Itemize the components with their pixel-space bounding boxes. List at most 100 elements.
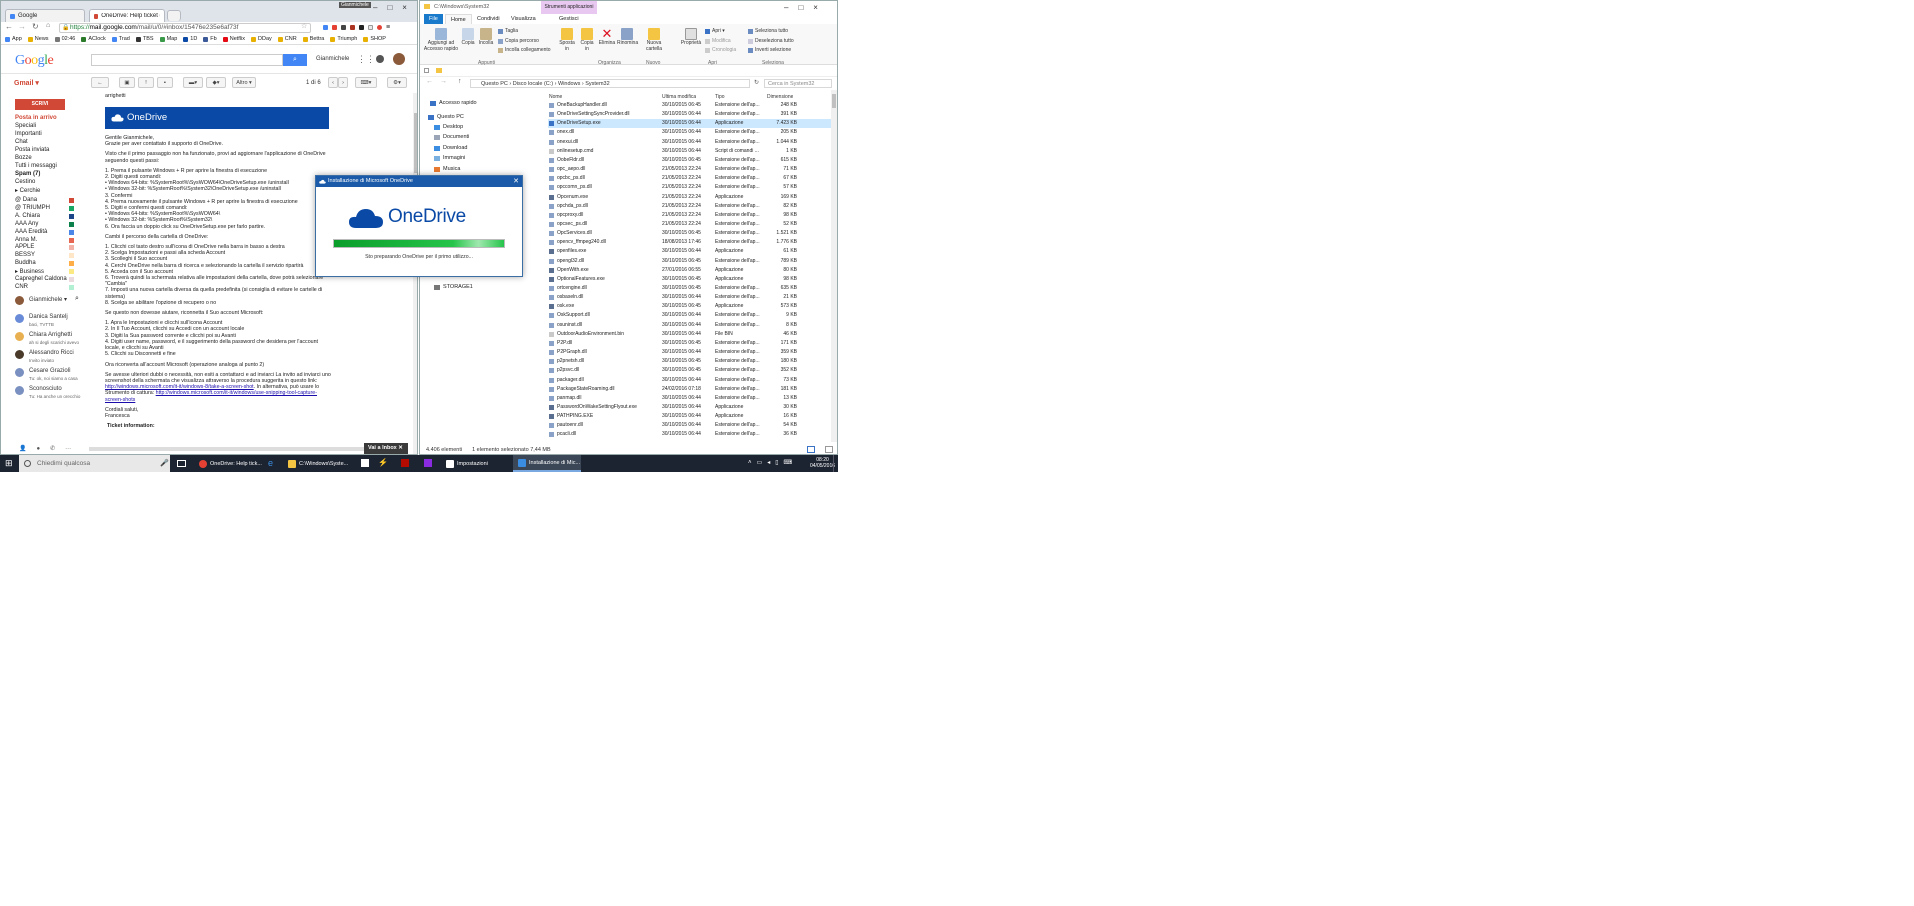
tab-manage[interactable]: Gestisci [554,14,584,24]
nav-item[interactable]: Musica [434,166,460,172]
label-color-swatch[interactable] [69,198,74,203]
tab-home[interactable]: Home [445,14,472,24]
file-row[interactable]: osuninst.dll 30/10/2015 06:44 Estensione d… [548,321,831,330]
close-icon[interactable]: ✕ [513,176,519,187]
gmail-label[interactable]: Cestino [15,179,35,185]
bookmark-item[interactable]: Fb [203,36,217,42]
open-button[interactable]: Apri ▾ [705,28,725,34]
report-spam-button[interactable]: ! [138,77,154,88]
bookmark-item[interactable]: App [5,36,22,42]
file-row[interactable]: OptionalFeatures.exe 30/10/2015 06:45 Appl… [548,275,831,284]
search-button[interactable]: ⌕ [283,54,307,66]
google-logo[interactable]: Google [15,53,54,69]
bookmark-item[interactable]: CNR [277,36,297,42]
extension-icon[interactable] [323,25,328,30]
gmail-label[interactable]: APPLE [15,244,34,250]
user-name[interactable]: Gianmichele [316,56,349,62]
delete-button[interactable]: ✕ Elimina [598,27,616,47]
gmail-label[interactable]: @ TRIUMPH [15,205,50,211]
more-icon[interactable]: ··· [65,446,71,452]
extension-icon[interactable] [341,25,346,30]
cut-button[interactable]: Taglia [498,28,518,34]
horizontal-scrollbar[interactable] [89,447,364,451]
scrollbar-thumb[interactable] [414,113,417,173]
breadcrumb[interactable]: Questo PC › Disco locale (C:) › Windows … [470,79,750,88]
back-to-inbox-button[interactable]: ← [91,77,109,88]
network-icon[interactable]: ▭ [757,459,763,466]
attachment-name[interactable]: arrighetti [105,93,126,99]
home-icon[interactable]: ⌂ [46,22,50,29]
copy-button[interactable]: Copia [460,28,476,47]
column-type[interactable]: Tipo [715,94,725,100]
label-color-swatch[interactable] [69,238,74,243]
notification-icon[interactable]: ▯ [775,459,778,466]
chevron-up-icon[interactable]: ˄ [748,460,752,466]
nav-item[interactable]: Questo PC [428,114,464,120]
file-row[interactable]: OneDriveSetup.exe 30/10/2015 06:44 Applica… [548,119,831,129]
paste-button[interactable]: Incolla [478,28,494,47]
close-icon[interactable]: × [813,3,818,12]
clock[interactable]: 08:20 04/05/2016 [810,457,835,469]
bookmark-item[interactable]: Trad [111,36,130,42]
gmail-label[interactable]: Buddha [15,260,36,266]
gmail-label[interactable]: Tutti i messaggi [15,163,57,169]
nav-item[interactable]: STORAGE1 [434,284,473,290]
tab-share[interactable]: Condividi [472,14,505,24]
label-color-swatch[interactable] [69,253,74,258]
gmail-label[interactable]: Speciali [15,123,36,129]
checkbox-icon[interactable] [424,68,429,73]
newer-button[interactable]: ‹ [328,77,338,88]
bookmark-item[interactable]: Netflix [222,36,245,42]
show-desktop-button[interactable] [833,455,837,472]
select-none-button[interactable]: Deseleziona tutto [748,38,794,44]
file-row[interactable]: pautoenr.dll 30/10/2015 06:44 Estensione d… [548,421,831,430]
gmail-label[interactable]: AAA Eredità [15,229,47,235]
file-row[interactable]: PasswordOnWakeSettingFlyout.exe 30/10/201… [548,403,831,412]
gmail-label[interactable]: Posta in arrivo [15,115,57,121]
nav-item[interactable]: Desktop [434,124,463,130]
new-tab-button[interactable] [167,10,181,21]
gmail-label[interactable]: ▸ Business [15,268,44,275]
mail-search-input[interactable] [91,54,283,66]
bookmark-item[interactable]: DDay [251,36,272,42]
compose-button[interactable]: SCRIVI [15,99,65,110]
close-icon[interactable]: ✕ [398,445,403,451]
nav-item[interactable]: Immagini [434,155,465,161]
gmail-label[interactable]: @ Dana [15,197,37,203]
bookmark-item[interactable]: 1D [183,36,197,42]
file-row[interactable]: OneBackupHandler.dll 30/10/2015 06:45 Este… [548,101,831,110]
extension-icon[interactable] [359,25,364,30]
gmail-label[interactable]: Spam (7) [15,171,40,177]
label-color-swatch[interactable] [69,214,74,219]
menu-icon[interactable]: ≡ [386,24,390,31]
gmail-extension-icon[interactable] [332,25,337,30]
app-icon[interactable]: ⚡ [378,459,388,467]
minimize-icon[interactable]: – [784,3,788,12]
extension-icon[interactable] [368,25,373,30]
gmail-label[interactable]: A. Chiara [15,213,40,219]
app-icon[interactable] [424,459,432,467]
profile-badge[interactable]: Gianmichele [339,2,371,8]
history-button[interactable]: Cronologia [705,47,736,53]
tab-view[interactable]: Visualizza [506,14,541,24]
gmail-label[interactable]: Chat [15,139,28,145]
file-row[interactable]: onexui.dll 30/10/2015 06:44 Estensione del… [548,138,831,147]
delete-button[interactable]: ▪ [157,77,173,88]
rename-button[interactable]: Rinomina [617,28,638,47]
nav-item[interactable]: Documenti [434,134,469,140]
taskbar-app[interactable]: Installazione di Mic... [513,455,581,472]
windows-start-icon[interactable]: ⊞ [5,459,13,468]
star-icon[interactable]: ☆ [301,22,307,30]
file-row[interactable]: opccomn_ps.dll 21/05/2013 22:24 Estensione… [548,183,831,192]
label-color-swatch[interactable] [69,269,74,274]
column-name[interactable]: Nome [549,94,562,100]
nav-item[interactable]: Accesso rapido [430,100,477,106]
input-tools-button[interactable]: ⌨▾ [355,77,377,88]
search-icon[interactable]: ⌕ [75,295,79,303]
volume-icon[interactable]: ◂ [767,459,770,466]
file-row[interactable]: PATHPING.EXE 30/10/2015 06:44 Applicazione… [548,412,831,421]
file-row[interactable]: PackageStateRoaming.dll 24/02/2016 07:18 E… [548,385,831,394]
gmail-label[interactable]: CNR [15,284,28,290]
file-row[interactable]: panmap.dll 30/10/2015 06:44 Estensione del… [548,394,831,403]
opera-icon[interactable] [377,25,382,30]
